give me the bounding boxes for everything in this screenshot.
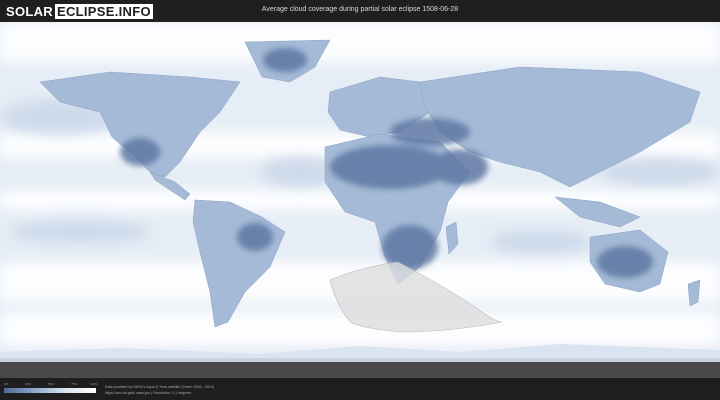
- data-credit-text: Data provided by NASA's Aqua & Terra sat…: [105, 385, 214, 389]
- brazil-clear: [237, 223, 273, 251]
- legend-labels: 0% 25% 50% 75% 100%: [4, 382, 98, 387]
- legend-label-75: 75%: [71, 382, 78, 386]
- greenland-clear: [263, 48, 307, 72]
- mexico-clear: [120, 138, 160, 166]
- top-bar: SOLAR ECLIPSE.INFO Average cloud coverag…: [0, 0, 720, 22]
- world-map: [0, 22, 720, 378]
- data-source-link[interactable]: https://neo.sci.gsfc.nasa.gov | Resoluti…: [105, 391, 191, 395]
- legend-label-0: 0%: [4, 382, 9, 386]
- cloud-coverage-map: [0, 22, 720, 378]
- footer: 0% 25% 50% 75% 100% Data provided by NAS…: [0, 378, 720, 400]
- legend-label-25: 25%: [25, 382, 32, 386]
- arabia-clear: [432, 149, 488, 185]
- page-title: Average cloud coverage during partial so…: [261, 6, 459, 13]
- southern-africa-clear: [382, 225, 438, 269]
- central-asia-clear: [390, 118, 470, 146]
- australia-clear: [597, 246, 653, 278]
- new-zealand: [687, 279, 701, 307]
- legend-label-100: 100%: [90, 382, 98, 386]
- legend-color-bar: [4, 388, 96, 393]
- legend-label-50: 50%: [48, 382, 55, 386]
